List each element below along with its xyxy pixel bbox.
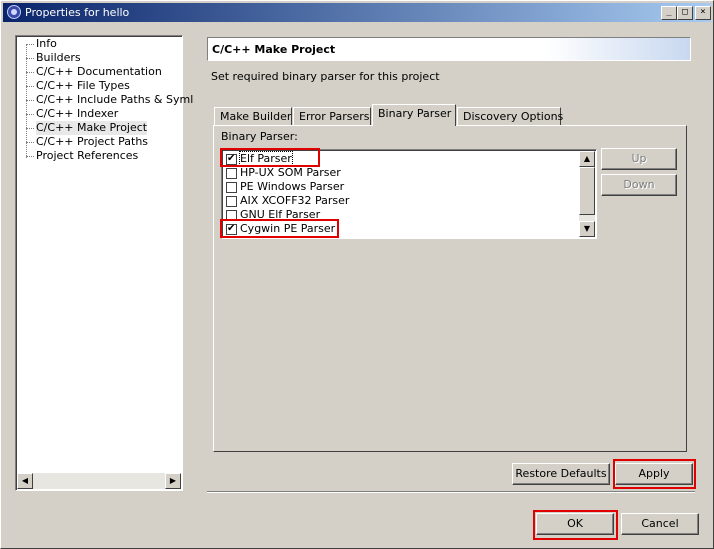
tree-item-project-paths[interactable]: C/C++ Project Paths [36, 135, 148, 149]
minimize-button[interactable]: _ [661, 6, 677, 20]
tree-item-indexer[interactable]: C/C++ Indexer [36, 107, 118, 121]
tree-item-file-types[interactable]: C/C++ File Types [36, 79, 130, 93]
cancel-button[interactable]: Cancel [621, 513, 699, 535]
list-item[interactable]: Cygwin PE Parser [226, 222, 335, 236]
separator [207, 491, 695, 493]
elf-parser-checkbox[interactable] [226, 152, 237, 165]
page-description: Set required binary parser for this proj… [211, 70, 440, 83]
down-button[interactable]: Down [601, 174, 677, 196]
tree-item-builders[interactable]: Builders [36, 51, 81, 65]
tree-item-info[interactable]: Info [36, 37, 57, 51]
tree-connector [26, 114, 34, 115]
close-button[interactable]: × [695, 6, 711, 20]
tree-item-include-paths[interactable]: C/C++ Include Paths & Syml [36, 93, 193, 107]
tree-connector-line [26, 44, 27, 158]
tab-make-builder[interactable]: Make Builder [214, 107, 292, 126]
scroll-thumb[interactable] [579, 167, 595, 215]
tree-item-make-project[interactable]: C/C++ Make Project [36, 121, 148, 135]
properties-dialog: Properties for hello _ □ × Info Builders… [0, 0, 714, 549]
tree-connector [26, 72, 34, 73]
scroll-down-icon[interactable]: ▼ [579, 221, 595, 237]
tree-horizontal-scrollbar[interactable]: ◀ ▶ [17, 473, 181, 489]
scroll-right-icon[interactable]: ▶ [165, 473, 181, 489]
aix-xcoff32-parser-checkbox[interactable] [226, 195, 237, 207]
pe-windows-parser-label: PE Windows Parser [240, 180, 345, 193]
hpux-som-parser-checkbox[interactable] [226, 167, 237, 179]
page-header: C/C++ Make Project [207, 37, 691, 61]
page-title: C/C++ Make Project [212, 43, 336, 56]
restore-defaults-button[interactable]: Restore Defaults [512, 463, 610, 485]
list-vertical-scrollbar[interactable]: ▲ ▼ [579, 151, 595, 237]
binary-parser-label: Binary Parser: [221, 130, 298, 143]
scroll-up-icon[interactable]: ▲ [579, 151, 595, 167]
tree-connector [26, 58, 34, 59]
scroll-left-icon[interactable]: ◀ [17, 473, 33, 489]
list-item[interactable]: Elf Parser [226, 151, 293, 166]
maximize-button[interactable]: □ [677, 6, 693, 20]
tab-binary-parser[interactable]: Binary Parser [372, 104, 456, 126]
tree-connector [26, 142, 34, 143]
cygwin-pe-parser-checkbox[interactable] [226, 222, 237, 235]
tree-item-project-references[interactable]: Project References [36, 149, 138, 163]
tree-connector [26, 128, 34, 129]
list-item[interactable]: HP-UX SOM Parser [226, 166, 341, 180]
binary-parser-list[interactable]: Elf Parser HP-UX SOM Parser PE Windows P… [221, 149, 597, 239]
list-item[interactable]: GNU Elf Parser [226, 208, 320, 222]
window-title: Properties for hello [25, 6, 130, 19]
list-item[interactable]: AIX XCOFF32 Parser [226, 194, 349, 208]
eclipse-app-icon [7, 5, 21, 19]
up-button[interactable]: Up [601, 148, 677, 170]
apply-button[interactable]: Apply [615, 463, 693, 485]
tab-discovery-options[interactable]: Discovery Options [457, 107, 563, 126]
hpux-som-parser-label: HP-UX SOM Parser [240, 166, 341, 179]
tree-connector [26, 100, 34, 101]
tree-connector [26, 44, 34, 45]
cygwin-pe-parser-label: Cygwin PE Parser [240, 222, 336, 235]
tab-error-parsers[interactable]: Error Parsers [293, 107, 371, 126]
title-bar[interactable]: Properties for hello _ □ × [3, 3, 711, 22]
tree-connector [26, 86, 34, 87]
tree-connector [26, 156, 34, 157]
list-item[interactable]: PE Windows Parser [226, 180, 344, 194]
gnu-elf-parser-checkbox[interactable] [226, 209, 237, 221]
elf-parser-label: Elf Parser [239, 151, 293, 166]
gnu-elf-parser-label: GNU Elf Parser [240, 208, 321, 221]
pe-windows-parser-checkbox[interactable] [226, 181, 237, 193]
property-page-tree[interactable]: Info Builders C/C++ Documentation C/C++ … [15, 35, 193, 491]
tree-item-documentation[interactable]: C/C++ Documentation [36, 65, 162, 79]
ok-button[interactable]: OK [536, 513, 614, 535]
aix-xcoff32-parser-label: AIX XCOFF32 Parser [240, 194, 350, 207]
